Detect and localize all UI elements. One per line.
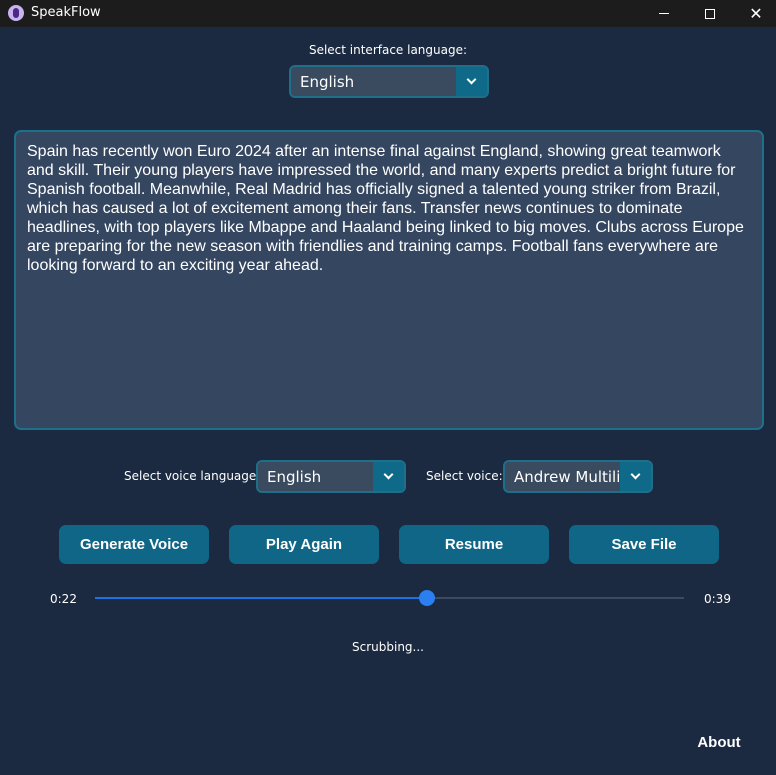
status-text: Scrubbing... <box>352 640 424 654</box>
maximize-button[interactable] <box>687 0 733 27</box>
maximize-icon <box>705 8 715 19</box>
chevron-down-icon <box>466 74 477 85</box>
current-time: 0:22 <box>50 592 77 606</box>
total-time: 0:39 <box>704 592 731 606</box>
play-again-button[interactable]: Play Again <box>229 525 379 564</box>
generate-voice-button[interactable]: Generate Voice <box>59 525 209 564</box>
interface-language-dropdown[interactable]: English <box>289 65 489 98</box>
interface-language-label: Select interface language: <box>308 43 468 57</box>
close-icon: ✕ <box>749 4 763 23</box>
voice-dropdown[interactable]: Andrew Multilingual <box>503 460 653 493</box>
interface-language-value: English <box>300 73 355 91</box>
interface-language-dropdown-button[interactable] <box>456 67 487 96</box>
voice-language-label: Select voice language: <box>124 469 261 483</box>
voice-label: Select voice: <box>426 469 503 483</box>
close-button[interactable]: ✕ <box>733 0 776 27</box>
voice-language-value: English <box>267 468 322 486</box>
text-input-area[interactable]: Spain has recently won Euro 2024 after a… <box>14 130 764 430</box>
playback-slider-thumb[interactable] <box>419 590 436 606</box>
playback-slider[interactable] <box>95 590 684 606</box>
minimize-icon <box>659 13 669 14</box>
chevron-down-icon <box>383 469 394 480</box>
voice-language-dropdown-button[interactable] <box>373 462 404 491</box>
voice-dropdown-button[interactable] <box>620 462 651 491</box>
resume-button[interactable]: Resume <box>399 525 549 564</box>
app-logo-icon <box>8 5 24 21</box>
playback-slider-fill <box>95 597 428 599</box>
title-bar: SpeakFlow ✕ <box>0 0 776 27</box>
minimize-button[interactable] <box>641 0 687 27</box>
voice-language-dropdown[interactable]: English <box>256 460 406 493</box>
save-file-button[interactable]: Save File <box>569 525 719 564</box>
window-title: SpeakFlow <box>31 5 101 20</box>
chevron-down-icon <box>630 469 641 480</box>
about-button[interactable]: About <box>684 734 754 751</box>
